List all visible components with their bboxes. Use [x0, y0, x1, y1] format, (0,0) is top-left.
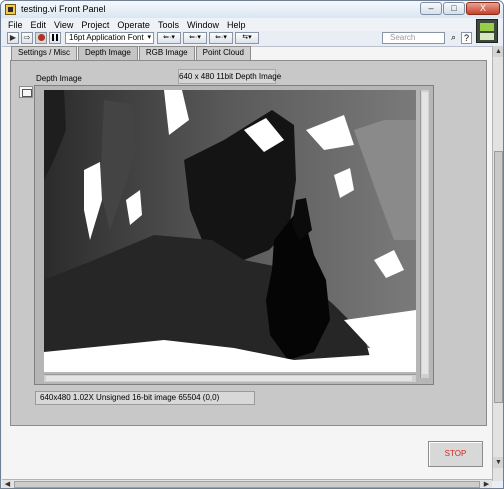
- menu-operate[interactable]: Operate: [117, 20, 150, 30]
- abort-button[interactable]: [35, 32, 47, 44]
- pause-button[interactable]: [49, 32, 61, 44]
- menu-edit[interactable]: Edit: [31, 20, 47, 30]
- menu-bar: File Edit View Project Operate Tools Win…: [2, 18, 502, 31]
- menu-window[interactable]: Window: [187, 20, 219, 30]
- vi-icon: [5, 4, 16, 15]
- image-info-bar: 640x480 1.02X Unsigned 16-bit image 6550…: [35, 391, 255, 405]
- run-continuously-button[interactable]: ⇨: [21, 32, 33, 44]
- menu-help[interactable]: Help: [227, 20, 246, 30]
- maximize-button[interactable]: □: [443, 2, 465, 15]
- menu-project[interactable]: Project: [81, 20, 109, 30]
- align-objects-button[interactable]: ⇐·▾: [157, 32, 181, 44]
- scroll-down-icon[interactable]: ▼: [493, 457, 503, 468]
- search-input[interactable]: Search: [382, 32, 445, 44]
- tab-settings-misc[interactable]: Settings / Misc: [11, 46, 78, 60]
- image-vertical-scrollbar[interactable]: [420, 90, 429, 378]
- tab-point-cloud[interactable]: Point Cloud: [195, 46, 251, 60]
- panel-vertical-scrollbar[interactable]: ▲ ▼: [492, 46, 503, 481]
- window-title: testing.vi Front Panel: [21, 4, 106, 14]
- stop-button[interactable]: STOP: [428, 441, 483, 467]
- depth-image-display[interactable]: [44, 90, 416, 372]
- tab-depth-image[interactable]: Depth Image: [78, 46, 138, 61]
- depth-image-label: Depth Image: [36, 74, 82, 83]
- resize-objects-button[interactable]: ⇐·▾: [209, 32, 233, 44]
- run-button[interactable]: ▶: [7, 32, 19, 44]
- pause-icon: [52, 34, 58, 41]
- stop-button-label: STOP: [444, 449, 467, 458]
- menu-file[interactable]: File: [8, 20, 23, 30]
- distribute-objects-button[interactable]: ⇐·▾: [183, 32, 207, 44]
- horizontal-scroll-thumb[interactable]: [14, 481, 480, 488]
- reorder-button[interactable]: ⇆▾: [235, 32, 259, 44]
- depth-image-caption: 640 x 480 11bit Depth Image: [178, 69, 281, 84]
- scroll-left-icon[interactable]: ◀: [2, 480, 13, 488]
- minimize-button[interactable]: –: [420, 2, 442, 15]
- tab-control: Settings / Misc Depth Image RGB Image Po…: [11, 46, 252, 61]
- search-icon[interactable]: ⌕: [448, 32, 459, 44]
- vi-connector-icon[interactable]: [476, 19, 498, 43]
- abort-icon: [37, 34, 45, 41]
- labview-front-panel-window: testing.vi Front Panel – □ X File Edit V…: [0, 0, 504, 489]
- menu-view[interactable]: View: [54, 20, 73, 30]
- window-controls: – □ X: [420, 2, 500, 16]
- scroll-up-icon[interactable]: ▲: [493, 46, 503, 57]
- close-button[interactable]: X: [466, 2, 500, 15]
- scroll-thumb[interactable]: [494, 151, 503, 403]
- image-horizontal-scrollbar[interactable]: [44, 374, 416, 382]
- help-icon[interactable]: ?: [461, 32, 472, 44]
- tab-rgb-image[interactable]: RGB Image: [138, 46, 195, 60]
- panel-horizontal-scrollbar[interactable]: ◀ ▶: [2, 479, 492, 488]
- depth-image-render: [44, 90, 416, 372]
- chevron-down-icon: ▾: [147, 34, 151, 41]
- toolbar: ▶ ⇨ 16pt Application Font ▾ ⇐·▾ ⇐·▾ ⇐·▾ …: [2, 31, 476, 45]
- image-palette-button[interactable]: [19, 86, 33, 98]
- font-select[interactable]: 16pt Application Font ▾: [65, 32, 154, 44]
- font-select-value: 16pt Application Font: [69, 33, 144, 42]
- title-bar[interactable]: testing.vi Front Panel – □ X: [1, 1, 503, 18]
- menu-tools[interactable]: Tools: [158, 20, 179, 30]
- scroll-right-icon[interactable]: ▶: [481, 480, 492, 488]
